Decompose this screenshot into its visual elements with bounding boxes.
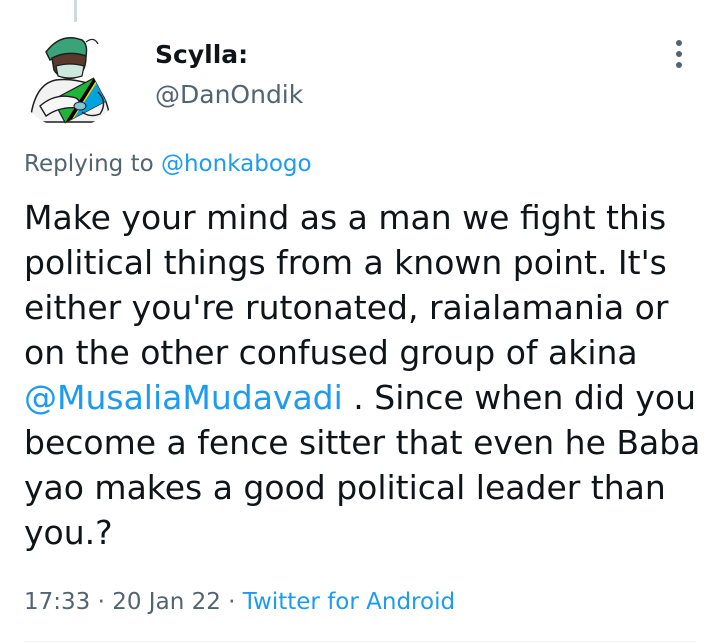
mention-link[interactable]: @MusaliaMudavadi — [24, 378, 343, 417]
tweet-time[interactable]: 17:33 — [24, 589, 90, 615]
tweet-text-line: yao makes a good political leader than — [24, 468, 666, 507]
user-handle[interactable]: @DanOndik — [155, 78, 303, 112]
thread-connector-line — [74, 0, 77, 22]
tweet-metadata: 17:33 · 20 Jan 22 · Twitter for Android — [24, 586, 455, 618]
tweet-text-line: either you're rutonated, raialamania or — [24, 288, 669, 327]
tweet-date[interactable]: 20 Jan 22 — [112, 589, 221, 615]
avatar-illustration — [16, 22, 122, 128]
tweet-text-line: you.? — [24, 513, 113, 552]
meta-separator: · — [220, 589, 243, 615]
meta-separator: · — [90, 589, 113, 615]
avatar[interactable] — [16, 22, 122, 128]
tweet-detail: Scylla: @DanOndik Replying to @honkabogo… — [0, 0, 720, 643]
author-block[interactable]: Scylla: @DanOndik — [155, 38, 303, 112]
tweet-text: Make your mind as a man we fight this po… — [24, 195, 704, 555]
tweet-source-link[interactable]: Twitter for Android — [243, 589, 455, 615]
replying-to-line: Replying to @honkabogo — [24, 148, 312, 180]
replying-to-label: Replying to — [24, 151, 154, 177]
tweet-text-line: @MusaliaMudavadi . Since when did you — [24, 375, 704, 420]
tweet-text-line: on the other confused group of akina — [24, 333, 638, 372]
tweet-text-line: Make your mind as a man we fight this — [24, 198, 667, 237]
more-vertical-icon-dot — [676, 51, 682, 57]
tweet-text-fragment: . Since when did you — [342, 378, 697, 417]
divider — [24, 641, 696, 642]
tweet-text-line: political things from a known point. It'… — [24, 243, 667, 282]
tweet-text-line: become a fence sitter that even he Baba — [24, 423, 701, 462]
more-vertical-icon-dot — [676, 62, 682, 68]
display-name[interactable]: Scylla: — [155, 38, 303, 72]
more-vertical-icon — [676, 40, 682, 46]
more-options-button[interactable] — [664, 36, 694, 72]
reply-handle-link[interactable]: @honkabogo — [161, 151, 312, 177]
